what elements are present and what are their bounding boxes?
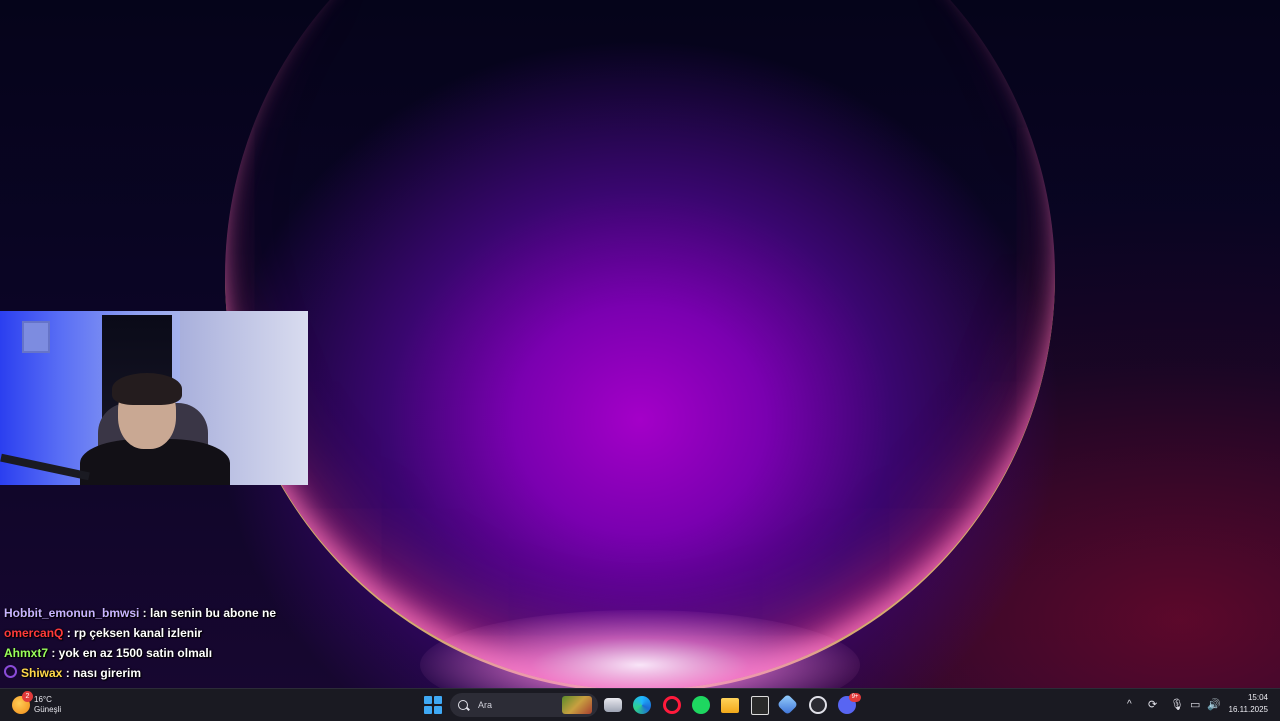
search-highlight-image [562, 696, 592, 714]
chat-badge-icon [4, 665, 17, 678]
system-clock[interactable]: 15:04 16.11.2025 [1229, 692, 1268, 716]
chat-text: : nası girerim [62, 666, 142, 680]
search-icon [458, 700, 468, 710]
windows-logo-tile [434, 706, 442, 714]
network-icon[interactable]: ▭ [1190, 697, 1200, 713]
windows-logo-tile [424, 706, 432, 714]
app-icon[interactable] [776, 693, 799, 716]
chat-message: Ahmxt7 : yok en az 1500 satin olmalı [4, 643, 276, 663]
chat-username: Shiwax [21, 666, 63, 680]
webcam-wall-frame [22, 321, 50, 353]
webcam-person-hair [112, 373, 182, 405]
clock-time: 15:04 [1247, 693, 1268, 702]
discord-badge: 9+ [849, 693, 861, 702]
opera-icon[interactable] [663, 696, 681, 714]
spotify-icon[interactable] [692, 696, 710, 714]
weather-temperature: 16°C [34, 695, 52, 704]
chat-text: : yok en az 1500 satin olmalı [48, 646, 213, 660]
steam-icon[interactable] [809, 696, 827, 714]
weather-text: 16°C Güneşli [34, 695, 61, 715]
chat-username: omercanQ [4, 626, 64, 640]
weather-condition: Güneşli [34, 705, 62, 714]
microphone-icon[interactable]: 🎙 [1170, 697, 1184, 713]
windows-logo-tile [424, 696, 432, 704]
start-button[interactable] [424, 696, 442, 714]
chat-message: Hobbit_emonun_bmwsi : lan senin bu abone… [4, 603, 276, 623]
chat-message: Shiwax : nası girerim [4, 663, 276, 683]
chat-username: Ahmxt7 [4, 646, 49, 660]
windows-logo-tile [434, 696, 442, 704]
chat-message: omercanQ : rp çeksen kanal izlenir [4, 623, 276, 643]
webcam-mic-arm [0, 453, 90, 481]
chat-text: : lan senin bu abone ne [139, 606, 277, 620]
weather-widget[interactable]: 2 16°C Güneşli [12, 691, 61, 718]
task-view-icon[interactable] [604, 698, 622, 712]
edge-icon[interactable] [633, 696, 651, 714]
wallpaper-orb [225, 0, 1055, 688]
folder-icon[interactable] [721, 698, 739, 713]
volume-icon[interactable]: 🔊 [1207, 697, 1221, 713]
taskbar: 2 16°C Güneşli Ara 9+ ^ ⟳ 🎙 ▭ 🔊 15:04 16… [0, 688, 1280, 721]
search-box[interactable]: Ara [450, 693, 598, 717]
chat-text: : rp çeksen kanal izlenir [63, 626, 203, 640]
chevron-up-icon[interactable]: ^ [1127, 697, 1132, 713]
webcam-overlay [0, 311, 308, 485]
chat-overlay: Hobbit_emonun_bmwsi : lan senin bu abone… [4, 603, 276, 683]
chat-username: Hobbit_emonun_bmwsi [4, 606, 140, 620]
sync-icon[interactable]: ⟳ [1148, 697, 1157, 713]
epic-games-icon[interactable] [751, 696, 769, 715]
sun-icon: 2 [12, 691, 33, 714]
clock-date: 16.11.2025 [1228, 705, 1268, 714]
weather-badge: 2 [22, 691, 33, 702]
search-placeholder: Ara [478, 700, 493, 710]
